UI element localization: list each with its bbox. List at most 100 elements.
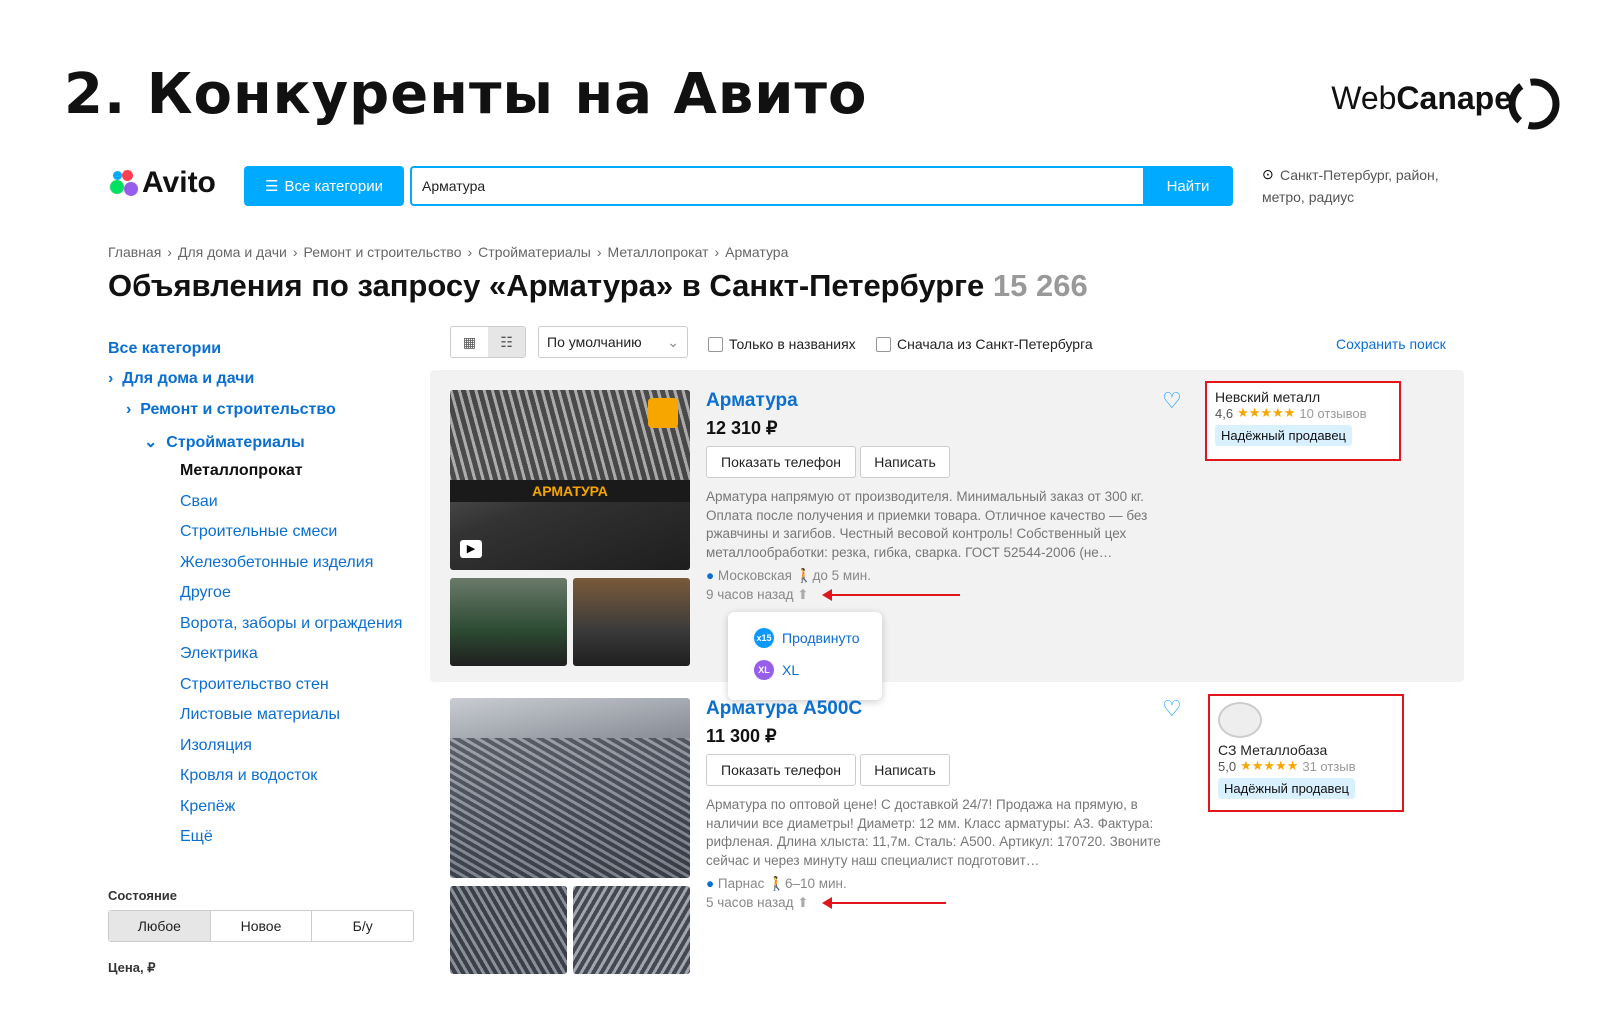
sidebar-item-repair[interactable]: › Ремонт и строительство	[126, 401, 336, 419]
breadcrumb-item[interactable]: Главная	[108, 244, 161, 260]
breadcrumb-separator: ›	[714, 244, 720, 260]
sidebar-item-home[interactable]: › Для дома и дачи	[108, 370, 254, 388]
breadcrumb-separator: ›	[467, 244, 473, 260]
sidebar-item[interactable]: Изоляция	[180, 737, 252, 755]
breadcrumb-separator: ›	[167, 244, 172, 260]
sidebar-item[interactable]: Строительные смеси	[180, 523, 337, 541]
breadcrumb-item[interactable]: Для дома и дачи	[178, 244, 287, 260]
condition-selector: Любое Новое Б/у	[108, 910, 414, 942]
listing-location: ● Московская 🚶до 5 мин.	[706, 568, 871, 584]
review-count[interactable]: 31 отзыв	[1302, 759, 1355, 774]
brand-web: Web	[1331, 80, 1397, 116]
breadcrumb-item[interactable]: Ремонт и строительство	[304, 244, 462, 260]
listing-thumbnail[interactable]	[573, 886, 690, 974]
sidebar-item-more[interactable]: Ещё	[180, 828, 213, 846]
breadcrumb-item[interactable]: Металлопрокат	[608, 244, 709, 260]
all-categories-button[interactable]: ☰ Все категории	[244, 166, 404, 206]
grid-view-icon[interactable]: ▦	[451, 327, 488, 357]
search-input[interactable]: Арматура	[410, 166, 1143, 206]
listing-price: 11 300 ₽	[706, 726, 777, 746]
listing-time: 5 часов назад ⬆	[706, 895, 809, 911]
sidebar-item[interactable]: Крепёж	[180, 798, 235, 816]
chevron-right-icon: ›	[126, 401, 132, 418]
listing-time-text: 5 часов назад	[706, 895, 794, 910]
metro-station: Парнас	[717, 876, 765, 891]
chevron-down-icon: ⌄	[144, 434, 158, 451]
annotation-arrow-line	[830, 594, 960, 596]
listing-thumbnail[interactable]	[450, 886, 567, 974]
listing-thumbnail[interactable]	[573, 578, 690, 666]
show-phone-button[interactable]: Показать телефон	[706, 446, 856, 478]
chevron-right-icon: ›	[108, 370, 114, 387]
menu-search-icon: ☰	[264, 178, 279, 195]
only-titles-checkbox[interactable]: Только в названиях	[708, 336, 856, 352]
sort-select[interactable]: По умолчанию ⌄	[538, 326, 688, 358]
condition-any[interactable]: Любое	[109, 911, 211, 941]
promoted-arrow-icon[interactable]: ⬆	[797, 895, 808, 910]
page-title: Объявления по запросу «Арматура» в Санкт…	[108, 268, 1088, 304]
annotation-arrow-line	[830, 902, 946, 904]
find-button[interactable]: Найти	[1143, 166, 1233, 206]
seller-name[interactable]: Невский металл	[1215, 389, 1391, 405]
listing-time-text: 9 часов назад	[706, 587, 794, 602]
listing-main-image[interactable]	[450, 698, 690, 878]
sidebar-item[interactable]: Сваи	[180, 493, 218, 511]
sidebar-all-categories[interactable]: Все категории	[108, 340, 221, 358]
seller-card-highlighted[interactable]: Невский металл 4,6 ★★★★★ 10 отзывов Надёжн…	[1205, 381, 1401, 461]
listing-price: 12 310 ₽	[706, 418, 778, 438]
metro-dot-icon: ●	[706, 568, 715, 583]
breadcrumb: Главная › Для дома и дачи › Ремонт и строи…	[108, 244, 788, 260]
spb-first-checkbox[interactable]: Сначала из Санкт-Петербурга	[876, 336, 1093, 352]
listing-main-image[interactable]: АРМАТУРА ▶	[450, 390, 690, 570]
annotation-arrow-head	[822, 897, 832, 909]
listing-description: Арматура по оптовой цене! С доставкой 24…	[706, 797, 1161, 868]
sidebar-item-materials[interactable]: ⌄ Стройматериалы	[144, 432, 305, 452]
listing-title[interactable]: Арматура	[706, 390, 798, 412]
rating-value: 5,0	[1218, 758, 1237, 774]
show-phone-button[interactable]: Показать телефон	[706, 754, 856, 786]
breadcrumb-item[interactable]: Стройматериалы	[478, 244, 591, 260]
rating-stars: ★★★★★	[1240, 758, 1299, 773]
avito-logo-text: Avito	[142, 166, 216, 199]
sidebar-item[interactable]: Железобетонные изделия	[180, 554, 373, 572]
checkbox-label: Только в названиях	[729, 336, 856, 352]
listing-title[interactable]: Арматура А500С	[706, 698, 862, 720]
favorite-heart-icon[interactable]: ♡	[1162, 696, 1182, 722]
sidebar-item[interactable]: Другое	[180, 584, 231, 602]
condition-new[interactable]: Новое	[211, 911, 313, 941]
sidebar-item[interactable]: Кровля и водосток	[180, 767, 317, 785]
write-button[interactable]: Написать	[860, 446, 950, 478]
seller-card-highlighted[interactable]: СЗ Металлобаза 5,0 ★★★★★ 31 отзыв Надёжный…	[1208, 694, 1404, 812]
promoted-arrow-icon[interactable]: ⬆	[797, 587, 808, 602]
promo-xl: XL XL	[728, 660, 882, 680]
listing-thumbnail[interactable]	[450, 578, 567, 666]
checkbox-label: Сначала из Санкт-Петербурга	[897, 336, 1093, 352]
sidebar-item[interactable]: Листовые материалы	[180, 706, 340, 724]
sidebar-item-metal-active[interactable]: Металлопрокат	[180, 462, 303, 480]
list-view-icon[interactable]: ☷	[488, 327, 525, 357]
sidebar-item[interactable]: Строительство стен	[180, 676, 329, 694]
review-count[interactable]: 10 отзывов	[1299, 406, 1366, 421]
metro-dot-icon: ●	[706, 876, 715, 891]
sort-value: По умолчанию	[547, 334, 642, 350]
sidebar-item[interactable]: Ворота, заборы и ограждения	[180, 615, 402, 633]
sidebar-item[interactable]: Электрика	[180, 645, 258, 663]
favorite-heart-icon[interactable]: ♡	[1162, 388, 1182, 414]
seller-name[interactable]: СЗ Металлобаза	[1218, 742, 1394, 758]
breadcrumb-separator: ›	[292, 244, 298, 260]
rating-value: 4,6	[1215, 405, 1234, 421]
play-video-icon[interactable]: ▶	[460, 540, 482, 558]
breadcrumb-item[interactable]: Арматура	[725, 244, 788, 260]
location-selector[interactable]: Санкт-Петербург, район, метро, радиус	[1262, 164, 1462, 208]
view-toggle: ▦ ☷	[450, 326, 526, 358]
condition-used[interactable]: Б/у	[312, 911, 413, 941]
slide-title: 2. Конкуренты на Авито	[64, 62, 868, 127]
save-search-link[interactable]: Сохранить поиск	[1336, 336, 1446, 352]
page-heading-text: Объявления по запросу «Арматура» в Санкт…	[108, 268, 985, 303]
avito-logo[interactable]: Avito	[108, 166, 216, 200]
write-button[interactable]: Написать	[860, 754, 950, 786]
seller-avatar[interactable]	[1218, 702, 1262, 738]
listing-description: Арматура напрямую от производителя. Мини…	[706, 489, 1148, 560]
promo-promoted-label: Продвинуто	[782, 630, 860, 646]
webcanape-logo-icon	[1508, 78, 1560, 130]
